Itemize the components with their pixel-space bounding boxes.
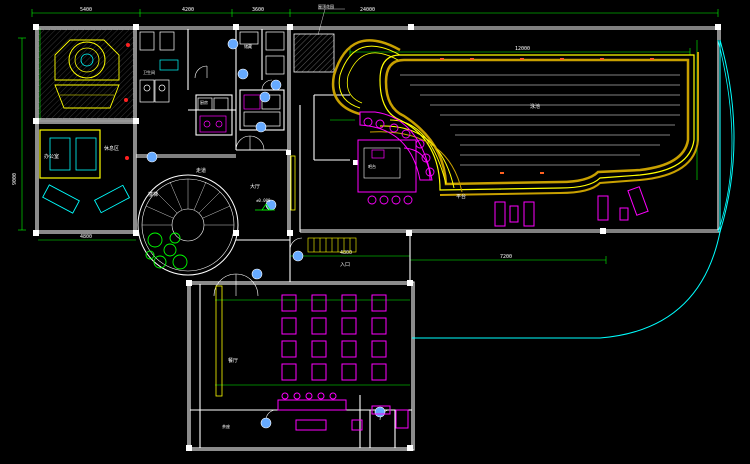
dim-left-side: 9000 (12, 173, 18, 185)
roof-garden-box (293, 33, 335, 73)
dim-left-top: 5400 (80, 7, 92, 13)
annotation-top: 屋顶花园 (318, 3, 334, 9)
bottom-counter (277, 392, 409, 431)
dim-mid-top: 4200 (182, 7, 194, 13)
dim-lower-right: 7200 (500, 254, 512, 260)
room-terrace-label: 平台 (456, 193, 466, 200)
room-store-label: 储藏 (244, 43, 252, 49)
room-lounge-label: 休息区 (104, 145, 119, 152)
room-dining-label: 餐厅 (228, 357, 238, 364)
dim-overall-top: 24000 (360, 7, 375, 13)
floor-plan: 24000 5400 4200 3600 9000 12000 7200 480… (12, 3, 735, 451)
doors (194, 65, 391, 421)
room-entry-label: 入口 (340, 262, 350, 268)
room-corridor-label: 走道 (196, 167, 206, 174)
pool (331, 39, 699, 196)
room-office-label: 办公室 (44, 153, 59, 160)
spiral-stair (137, 174, 239, 276)
corridor-strip (290, 155, 296, 211)
section-markers (146, 38, 386, 429)
room-pool-label: 泳池 (530, 103, 540, 110)
room-restroom-label: 卫生间 (143, 69, 155, 75)
room-bar-label: 吧台 (368, 163, 376, 169)
dim-left-bottom: 4800 (80, 234, 92, 240)
room-hall-label: 大厅 (250, 183, 260, 190)
room-tea-label: 茶座 (222, 423, 230, 429)
room-kitchen-label: 厨房 (200, 99, 208, 105)
ornament-garden (38, 29, 134, 119)
room-stair-label: 楼梯 (148, 191, 158, 198)
level-mark-text: ±0.000 (256, 198, 271, 203)
office-furniture (39, 129, 131, 214)
dining-seating (281, 294, 387, 381)
dim-pool-length: 12000 (515, 46, 530, 52)
dim-mid2-top: 3600 (252, 7, 264, 13)
